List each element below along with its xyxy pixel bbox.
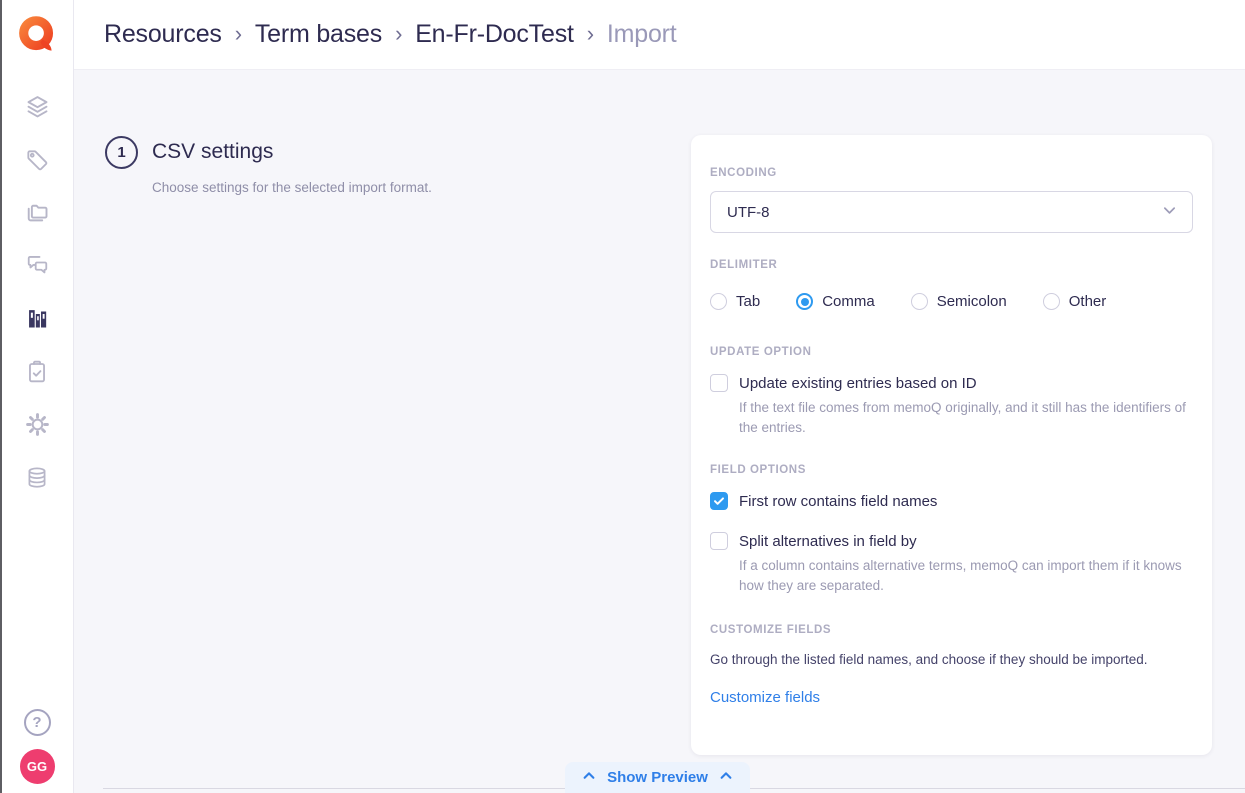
step-description: Choose settings for the selected import … <box>152 180 432 195</box>
breadcrumb-separator: › <box>235 21 242 47</box>
encoding-select[interactable]: UTF-8 <box>710 191 1193 233</box>
page-title: CSV settings <box>152 140 273 164</box>
checkbox-label: Split alternatives in field by <box>739 533 917 550</box>
layers-icon <box>24 93 51 123</box>
breadcrumb-separator: › <box>395 21 402 47</box>
sidebar-item-settings[interactable] <box>23 412 51 440</box>
radio-button[interactable] <box>1043 293 1060 310</box>
radio-button[interactable] <box>796 293 813 310</box>
sidebar-item-files[interactable] <box>23 200 51 228</box>
update-option-label: UPDATE OPTION <box>710 346 1193 358</box>
avatar[interactable]: GG <box>20 749 55 784</box>
checkbox[interactable] <box>710 532 728 550</box>
sidebar-item-tags[interactable] <box>23 147 51 175</box>
encoding-value: UTF-8 <box>727 204 770 221</box>
split-alternatives-helper-text: If a column contains alternative terms, … <box>739 556 1193 596</box>
chevron-up-icon <box>582 769 596 787</box>
sidebar-item-tasks[interactable] <box>23 359 51 387</box>
gear-icon <box>24 411 51 441</box>
show-preview-label: Show Preview <box>607 769 708 786</box>
radio-tab[interactable]: Tab <box>710 293 760 310</box>
radio-other[interactable]: Other <box>1043 293 1107 310</box>
tag-icon <box>24 147 50 176</box>
sidebar-item-projects[interactable] <box>23 94 51 122</box>
chevron-up-icon <box>719 769 733 787</box>
breadcrumb-term-base-name[interactable]: En-Fr-DocTest <box>415 20 574 49</box>
customize-fields-description: Go through the listed field names, and c… <box>710 652 1193 667</box>
checkbox-label: First row contains field names <box>739 493 937 510</box>
breadcrumb-term-bases[interactable]: Term bases <box>255 20 382 49</box>
sidebar: ? GG <box>0 0 74 793</box>
folders-icon <box>24 199 51 229</box>
radio-label: Other <box>1069 293 1107 310</box>
checkbox[interactable] <box>710 374 728 392</box>
radio-button[interactable] <box>911 293 928 310</box>
breadcrumb-resources[interactable]: Resources <box>104 20 222 49</box>
radio-comma[interactable]: Comma <box>796 293 875 310</box>
window-left-edge <box>0 0 2 793</box>
radio-semicolon[interactable]: Semicolon <box>911 293 1007 310</box>
radio-label: Tab <box>736 293 760 310</box>
encoding-label: ENCODING <box>710 167 1193 179</box>
customize-fields-label: CUSTOMIZE FIELDS <box>710 624 1193 636</box>
chat-icon <box>24 252 51 282</box>
checkbox-label: Update existing entries based on ID <box>739 375 977 392</box>
breadcrumb-import: Import <box>607 20 677 49</box>
sidebar-item-discussions[interactable] <box>23 253 51 281</box>
memoq-import-screen: Resources › Term bases › En-Fr-DocTest ›… <box>0 0 1245 793</box>
csv-settings-panel: ENCODING UTF-8 DELIMITER Tab Comma Semic… <box>691 135 1212 755</box>
checkbox-split-alternatives[interactable]: Split alternatives in field by <box>710 532 1193 550</box>
breadcrumb: Resources › Term bases › En-Fr-DocTest ›… <box>104 20 677 49</box>
radio-label: Semicolon <box>937 293 1007 310</box>
memoq-q-icon <box>15 13 59 57</box>
clipboard-check-icon <box>24 359 50 388</box>
delimiter-radio-group: Tab Comma Semicolon Other <box>710 293 1193 310</box>
delimiter-label: DELIMITER <box>710 259 1193 271</box>
checkbox-update-existing-entries[interactable]: Update existing entries based on ID <box>710 374 1193 392</box>
customize-fields-link[interactable]: Customize fields <box>710 689 820 706</box>
checkbox[interactable] <box>710 492 728 510</box>
sidebar-item-term-bases[interactable] <box>23 306 51 334</box>
help-icon[interactable]: ? <box>24 709 51 736</box>
sidebar-nav <box>0 94 74 493</box>
check-icon <box>713 495 725 507</box>
radio-button[interactable] <box>710 293 727 310</box>
radio-label: Comma <box>822 293 875 310</box>
checkbox-first-row-field-names[interactable]: First row contains field names <box>710 492 1193 510</box>
show-preview-button[interactable]: Show Preview <box>565 762 750 793</box>
top-bar: Resources › Term bases › En-Fr-DocTest ›… <box>74 0 1245 70</box>
chevron-down-icon <box>1162 203 1177 222</box>
sidebar-item-database[interactable] <box>23 465 51 493</box>
step-number-badge: 1 <box>105 136 138 169</box>
field-options-label: FIELD OPTIONS <box>710 464 1193 476</box>
memoq-logo[interactable] <box>15 13 59 57</box>
books-icon <box>24 305 51 335</box>
database-icon <box>24 465 50 494</box>
update-option-helper-text: If the text file comes from memoQ origin… <box>739 398 1193 438</box>
breadcrumb-separator: › <box>587 21 594 47</box>
sidebar-bottom: ? GG <box>0 709 74 784</box>
